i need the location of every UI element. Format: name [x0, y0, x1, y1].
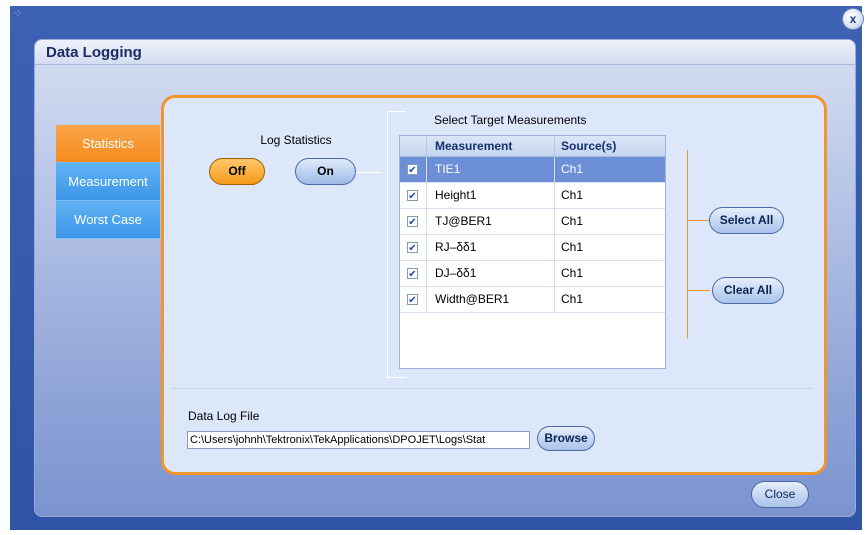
- side-tabs: Statistics Measurement Worst Case: [56, 125, 160, 239]
- tab-statistics[interactable]: Statistics: [56, 125, 160, 163]
- measurement-cell: RJ–δδ1: [426, 235, 554, 260]
- data-logging-dialog: Data Logging Statistics Measurement Wors…: [34, 39, 856, 517]
- table-row[interactable]: ✔ Width@BER1 Ch1: [400, 287, 665, 313]
- table-header: Measurement Source(s): [400, 136, 665, 157]
- table-row[interactable]: ✔ RJ–δδ1 Ch1: [400, 235, 665, 261]
- data-log-file-label: Data Log File: [188, 409, 260, 423]
- dialog-title: Data Logging: [46, 44, 142, 61]
- source-cell: Ch1: [554, 261, 663, 286]
- window-close-button[interactable]: x: [842, 8, 864, 30]
- table-row[interactable]: ✔ TJ@BER1 Ch1: [400, 209, 665, 235]
- row-checkbox[interactable]: ✔: [407, 164, 418, 176]
- source-cell: Ch1: [554, 235, 663, 260]
- bracket-tick: [688, 290, 710, 291]
- source-cell: Ch1: [554, 183, 663, 208]
- divider: [172, 388, 812, 389]
- row-checkbox[interactable]: ✔: [407, 294, 418, 306]
- source-cell: Ch1: [554, 287, 663, 312]
- tab-measurement[interactable]: Measurement: [56, 163, 160, 201]
- row-checkbox[interactable]: ✔: [407, 268, 418, 280]
- measurement-cell: Width@BER1: [426, 287, 554, 312]
- action-bracket: [687, 150, 688, 339]
- drag-grip-icon[interactable]: ⁘: [10, 6, 26, 22]
- source-cell: Ch1: [554, 209, 663, 234]
- clear-all-button[interactable]: Clear All: [712, 277, 784, 304]
- select-all-button[interactable]: Select All: [709, 207, 784, 234]
- table-row[interactable]: ✔ TIE1 Ch1: [400, 157, 665, 183]
- log-off-button[interactable]: Off: [209, 158, 265, 185]
- statistics-panel: Log Statistics Off On Select Target Meas…: [161, 95, 827, 475]
- log-statistics-label: Log Statistics: [260, 133, 332, 147]
- measurement-cell: DJ–δδ1: [426, 261, 554, 286]
- measurement-cell: Height1: [426, 183, 554, 208]
- tab-worst-case[interactable]: Worst Case: [56, 201, 160, 239]
- connector-line: [356, 172, 382, 173]
- table-row[interactable]: ✔ DJ–δδ1 Ch1: [400, 261, 665, 287]
- browse-button[interactable]: Browse: [537, 426, 595, 451]
- measurement-cell: TIE1: [426, 157, 554, 182]
- log-on-button[interactable]: On: [295, 158, 356, 185]
- row-checkbox[interactable]: ✔: [407, 216, 418, 228]
- bracket-tick: [688, 220, 710, 221]
- select-target-label: Select Target Measurements: [434, 113, 587, 127]
- data-log-file-input[interactable]: [187, 431, 530, 449]
- column-header-measurement: Measurement: [426, 136, 554, 156]
- dialog-header: Data Logging: [35, 40, 855, 65]
- measurement-cell: TJ@BER1: [426, 209, 554, 234]
- column-header-sources: Source(s): [554, 136, 663, 156]
- measurements-table: Measurement Source(s) ✔ TIE1 Ch1 ✔ Heigh…: [399, 135, 666, 369]
- row-checkbox[interactable]: ✔: [407, 242, 418, 254]
- source-cell: Ch1: [554, 157, 663, 182]
- header-check-column: [400, 136, 426, 156]
- app-window: ⁘ x Data Logging Statistics Measurement …: [10, 6, 864, 530]
- table-row[interactable]: ✔ Height1 Ch1: [400, 183, 665, 209]
- close-button[interactable]: Close: [751, 481, 809, 508]
- row-checkbox[interactable]: ✔: [407, 190, 418, 202]
